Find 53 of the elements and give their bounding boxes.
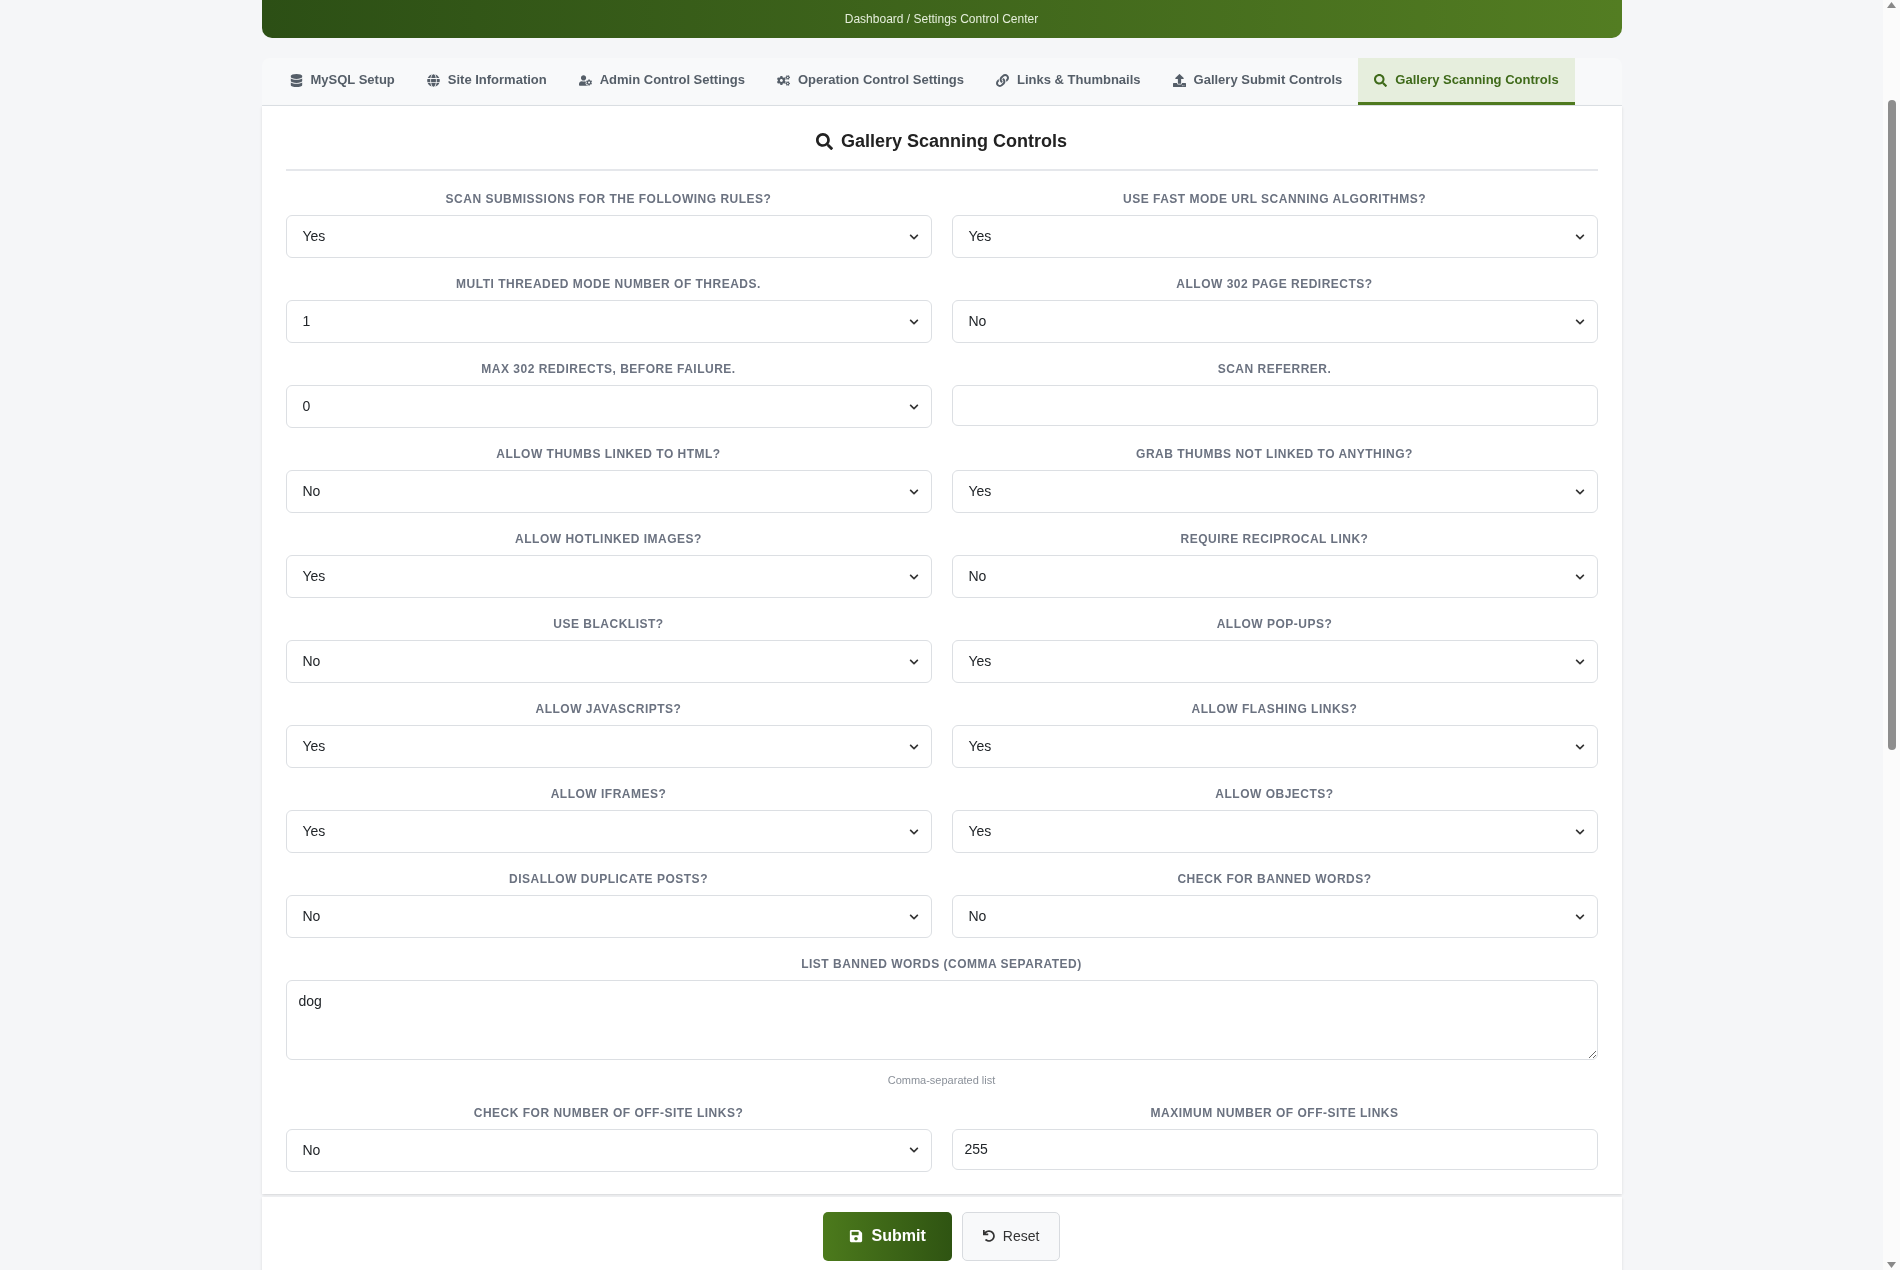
field-label: DISALLOW DUPLICATE POSTS? bbox=[508, 871, 709, 888]
dropdown[interactable]: Yes bbox=[951, 470, 1598, 513]
dropdown[interactable]: No bbox=[285, 640, 932, 683]
field-label: ALLOW IFRAMES? bbox=[549, 786, 668, 803]
dropdown[interactable]: 0 bbox=[285, 385, 932, 428]
field-label: SCAN REFERRER. bbox=[1216, 361, 1333, 378]
field-label: ALLOW OBJECTS? bbox=[1214, 786, 1335, 803]
dropdown[interactable]: No bbox=[285, 895, 932, 938]
reset-button[interactable]: Reset bbox=[961, 1211, 1061, 1261]
tab[interactable]: Gallery Submit Controls bbox=[1156, 58, 1359, 105]
dropdown[interactable]: Yes bbox=[951, 640, 1598, 683]
tab[interactable]: Operation Control Settings bbox=[760, 58, 981, 105]
field-label: MULTI THREADED MODE NUMBER OF THREADS. bbox=[455, 276, 762, 293]
field-label: ALLOW FLASHING LINKS? bbox=[1190, 701, 1359, 718]
dropdown[interactable]: No bbox=[285, 1128, 932, 1172]
field-label: CHECK FOR BANNED WORDS? bbox=[1176, 871, 1373, 888]
dropdown[interactable]: Yes bbox=[951, 810, 1598, 853]
field-label: USE FAST MODE URL SCANNING ALGORITHMS? bbox=[1122, 191, 1427, 208]
dropdown[interactable]: Yes bbox=[285, 215, 932, 258]
dropdown[interactable]: No bbox=[951, 895, 1598, 938]
field-label: LIST BANNED WORDS (COMMA SEPARATED) bbox=[800, 956, 1083, 973]
field-label: ALLOW 302 PAGE REDIRECTS? bbox=[1175, 276, 1374, 293]
breadcrumb: Dashboard / Settings Control Center bbox=[844, 11, 1039, 28]
input-field[interactable]: 255 bbox=[951, 1128, 1598, 1170]
dropdown[interactable]: Yes bbox=[285, 810, 932, 853]
field-label: ALLOW THUMBS LINKED TO HTML? bbox=[495, 446, 722, 463]
field-label: USE BLACKLIST? bbox=[552, 616, 665, 633]
dropdown[interactable]: Yes bbox=[951, 725, 1598, 768]
submit-button[interactable]: Submit bbox=[822, 1211, 952, 1261]
field-label: ALLOW JAVASCRIPTS? bbox=[534, 701, 683, 718]
tab[interactable]: Links & Thumbnails bbox=[980, 58, 1157, 105]
dropdown[interactable]: Yes bbox=[951, 215, 1598, 258]
field-label: GRAB THUMBS NOT LINKED TO ANYTHING? bbox=[1135, 446, 1414, 463]
field-label: REQUIRE RECIPROCAL LINK? bbox=[1179, 531, 1370, 548]
text-area[interactable]: dog bbox=[285, 980, 1598, 1060]
tab[interactable]: MySQL Setup bbox=[273, 58, 411, 105]
dropdown[interactable]: No bbox=[951, 555, 1598, 598]
tab[interactable]: Gallery Scanning Controls bbox=[1358, 58, 1575, 105]
field-label: MAX 302 REDIRECTS, BEFORE FAILURE. bbox=[480, 361, 737, 378]
field-label: MAXIMUM NUMBER OF OFF-SITE LINKS bbox=[1149, 1104, 1400, 1122]
field-label: ALLOW POP-UPS? bbox=[1215, 616, 1334, 633]
dropdown[interactable]: 1 bbox=[285, 300, 932, 343]
section-title: Gallery Scanning Controls bbox=[840, 130, 1067, 153]
dropdown[interactable]: No bbox=[285, 470, 932, 513]
tab[interactable]: Site Information bbox=[410, 58, 563, 105]
dropdown[interactable]: Yes bbox=[285, 555, 932, 598]
field-label: ALLOW HOTLINKED IMAGES? bbox=[514, 531, 703, 548]
dropdown[interactable]: No bbox=[951, 300, 1598, 343]
field-label: CHECK FOR NUMBER OF OFF-SITE LINKS? bbox=[472, 1104, 745, 1122]
hint-text: Comma-separated list bbox=[886, 1073, 997, 1088]
dropdown[interactable]: Yes bbox=[285, 725, 932, 768]
tab[interactable]: Admin Control Settings bbox=[562, 58, 761, 105]
field-label: SCAN SUBMISSIONS FOR THE FOLLOWING RULES? bbox=[444, 191, 773, 208]
